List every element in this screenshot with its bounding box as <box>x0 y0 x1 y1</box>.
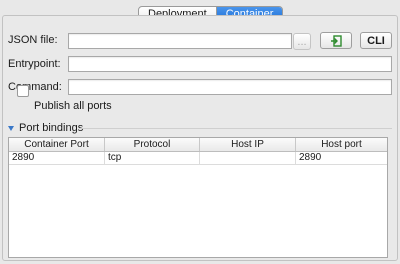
port-bindings-header[interactable]: Port bindings <box>8 122 83 134</box>
publish-all-label: Publish all ports <box>34 100 112 112</box>
port-bindings-table: Container Port Protocol Host IP Host por… <box>8 137 388 258</box>
cli-button[interactable]: CLI <box>360 32 392 49</box>
browse-button[interactable]: ... <box>293 33 311 50</box>
column-protocol[interactable]: Protocol <box>105 138 200 151</box>
table-row[interactable]: 2890 tcp 2890 <box>9 152 387 165</box>
disclosure-triangle-icon <box>8 125 14 131</box>
port-bindings-title: Port bindings <box>19 122 84 134</box>
column-host-port[interactable]: Host port <box>296 138 387 151</box>
column-host-ip[interactable]: Host IP <box>200 138 296 151</box>
entrypoint-field[interactable] <box>68 56 392 72</box>
command-field[interactable] <box>68 79 392 95</box>
column-container-port[interactable]: Container Port <box>9 138 105 151</box>
table-header: Container Port Protocol Host IP Host por… <box>9 138 387 152</box>
cell-host-port[interactable]: 2890 <box>296 152 387 164</box>
json-file-label: JSON file: <box>8 34 58 46</box>
publish-all-checkbox[interactable] <box>17 85 29 97</box>
section-divider <box>80 128 392 129</box>
json-file-field[interactable] <box>68 33 292 49</box>
cell-container-port[interactable]: 2890 <box>9 152 105 164</box>
import-arrow-icon <box>331 34 342 47</box>
entrypoint-label: Entrypoint: <box>8 58 61 70</box>
import-button[interactable] <box>320 32 352 49</box>
cell-host-ip[interactable] <box>200 152 296 164</box>
cell-protocol[interactable]: tcp <box>105 152 200 164</box>
